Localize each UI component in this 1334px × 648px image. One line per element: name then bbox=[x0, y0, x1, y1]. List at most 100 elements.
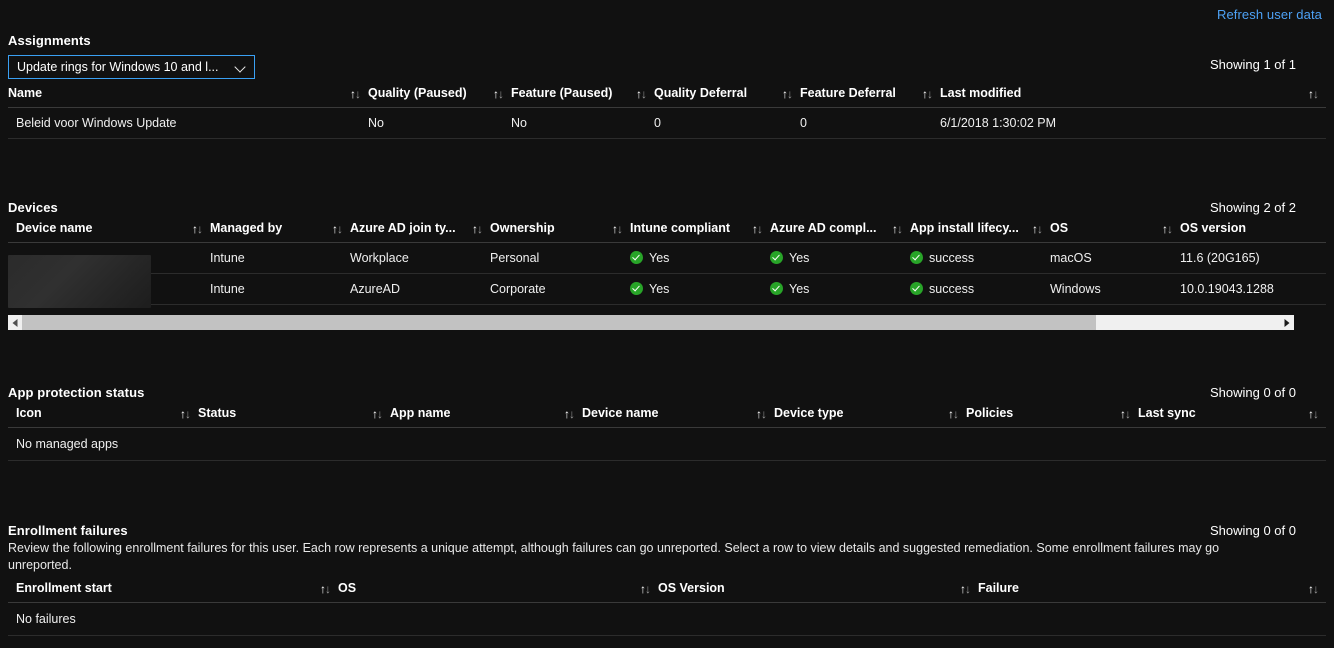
devices-section: Devices Showing 2 of 2 Device name ↑↓ Ma… bbox=[0, 200, 1334, 305]
table-row[interactable]: Intune AzureAD Corporate Yes Yes success… bbox=[8, 273, 1326, 305]
column-header-os[interactable]: OS ↑↓ bbox=[1050, 221, 1180, 243]
column-header-feature-paused[interactable]: Feature (Paused) ↑↓ bbox=[511, 86, 654, 108]
sort-icon[interactable]: ↑↓ bbox=[892, 223, 903, 235]
sort-icon[interactable]: ↑↓ bbox=[472, 223, 483, 235]
column-header-device-name[interactable]: Device name ↑↓ bbox=[582, 406, 774, 428]
sort-icon[interactable]: ↑↓ bbox=[922, 88, 933, 100]
scrollbar-thumb[interactable] bbox=[22, 315, 1096, 330]
sort-icon[interactable]: ↑↓ bbox=[493, 88, 504, 100]
enrollment-failures-showing-count: Showing 0 of 0 bbox=[1209, 523, 1296, 538]
column-header-feature-deferral[interactable]: Feature Deferral ↑↓ bbox=[800, 86, 940, 108]
column-label: Azure AD compl... bbox=[770, 221, 877, 235]
column-header-managed-by[interactable]: Managed by ↑↓ bbox=[210, 221, 350, 243]
column-header-failure[interactable]: Failure ↑↓ bbox=[978, 581, 1326, 603]
caret-right-icon bbox=[1284, 318, 1290, 327]
sort-icon[interactable]: ↑↓ bbox=[332, 223, 343, 235]
sort-icon[interactable]: ↑↓ bbox=[640, 583, 651, 595]
cell-quality-deferral: 0 bbox=[654, 116, 661, 130]
sort-icon[interactable]: ↑↓ bbox=[1308, 583, 1319, 595]
sort-icon[interactable]: ↑↓ bbox=[180, 408, 191, 420]
cell-join-type: AzureAD bbox=[350, 282, 401, 296]
sort-icon[interactable]: ↑↓ bbox=[1308, 408, 1319, 420]
sort-icon[interactable]: ↑↓ bbox=[564, 408, 575, 420]
assignments-policy-filter-dropdown[interactable]: Update rings for Windows 10 and l... bbox=[8, 55, 255, 79]
column-header-os-version[interactable]: OS Version ↑↓ bbox=[658, 581, 978, 603]
user-detail-page: Refresh user data Assignments Update rin… bbox=[0, 0, 1334, 648]
column-header-ownership[interactable]: Ownership ↑↓ bbox=[490, 221, 630, 243]
column-header-enrollment-start[interactable]: Enrollment start ↑↓ bbox=[8, 581, 338, 603]
column-header-quality-paused[interactable]: Quality (Paused) ↑↓ bbox=[368, 86, 511, 108]
column-label: Enrollment start bbox=[16, 581, 112, 595]
enrollment-failures-table-header-row: Enrollment start ↑↓ OS ↑↓ OS Version ↑↓ … bbox=[8, 581, 1326, 603]
sort-icon[interactable]: ↑↓ bbox=[192, 223, 203, 235]
column-label: Intune compliant bbox=[630, 221, 730, 235]
cell-intune-compliant: Yes bbox=[649, 282, 670, 296]
assignments-table: Name ↑↓ Quality (Paused) ↑↓ Feature (Pau… bbox=[8, 86, 1326, 139]
app-protection-table: Icon ↑↓ Status ↑↓ App name ↑↓ Device nam… bbox=[8, 406, 1326, 461]
column-header-azure-ad-compliant[interactable]: Azure AD compl... ↑↓ bbox=[770, 221, 910, 243]
column-header-quality-deferral[interactable]: Quality Deferral ↑↓ bbox=[654, 86, 800, 108]
scroll-left-button[interactable] bbox=[8, 315, 22, 330]
sort-icon[interactable]: ↑↓ bbox=[320, 583, 331, 595]
column-header-os[interactable]: OS ↑↓ bbox=[338, 581, 658, 603]
sort-icon[interactable]: ↑↓ bbox=[372, 408, 383, 420]
sort-icon[interactable]: ↑↓ bbox=[752, 223, 763, 235]
cell-quality-paused: No bbox=[368, 116, 384, 130]
device-name-redaction-overlay bbox=[8, 255, 151, 308]
column-header-device-name[interactable]: Device name ↑↓ bbox=[8, 221, 210, 243]
cell-os-version: 11.6 (20G165) bbox=[1180, 251, 1260, 265]
sort-icon[interactable]: ↑↓ bbox=[636, 88, 647, 100]
devices-table: Device name ↑↓ Managed by ↑↓ Azure AD jo… bbox=[8, 221, 1326, 305]
empty-state-row: No failures bbox=[8, 602, 1326, 636]
cell-app-install: success bbox=[929, 251, 975, 265]
table-row[interactable]: Beleid voor Windows Update No No 0 0 6/1… bbox=[8, 107, 1326, 139]
table-row[interactable]: Intune Workplace Personal Yes Yes succes… bbox=[8, 242, 1326, 274]
devices-horizontal-scrollbar[interactable] bbox=[8, 315, 1294, 330]
success-check-icon bbox=[770, 251, 783, 264]
assignments-showing-count: Showing 1 of 1 bbox=[1209, 57, 1296, 72]
refresh-user-data-link[interactable]: Refresh user data bbox=[1217, 7, 1322, 22]
scroll-right-button[interactable] bbox=[1280, 315, 1294, 330]
column-header-os-version[interactable]: OS version bbox=[1180, 221, 1326, 243]
sort-icon[interactable]: ↑↓ bbox=[756, 408, 767, 420]
scrollbar-track[interactable] bbox=[22, 315, 1280, 330]
sort-icon[interactable]: ↑↓ bbox=[948, 408, 959, 420]
column-label: Azure AD join ty... bbox=[350, 221, 456, 235]
sort-icon[interactable]: ↑↓ bbox=[612, 223, 623, 235]
sort-icon[interactable]: ↑↓ bbox=[1120, 408, 1131, 420]
sort-icon[interactable]: ↑↓ bbox=[1032, 223, 1043, 235]
cell-ownership: Personal bbox=[490, 251, 540, 265]
column-label: Feature (Paused) bbox=[511, 86, 613, 100]
column-header-azure-ad-join-type[interactable]: Azure AD join ty... ↑↓ bbox=[350, 221, 490, 243]
column-header-icon[interactable]: Icon ↑↓ bbox=[8, 406, 198, 428]
column-label: App install lifecy... bbox=[910, 221, 1019, 235]
column-label: Last modified bbox=[940, 86, 1022, 100]
enrollment-failures-section: Enrollment failures Showing 0 of 0 Revie… bbox=[0, 523, 1334, 636]
column-label: App name bbox=[390, 406, 451, 420]
assignments-title: Assignments bbox=[8, 33, 91, 48]
sort-icon[interactable]: ↑↓ bbox=[960, 583, 971, 595]
column-header-app-name[interactable]: App name ↑↓ bbox=[390, 406, 582, 428]
column-label: Policies bbox=[966, 406, 1014, 420]
column-header-policies[interactable]: Policies ↑↓ bbox=[966, 406, 1138, 428]
success-check-icon bbox=[910, 282, 923, 295]
success-check-icon bbox=[630, 251, 643, 264]
cell-join-type: Workplace bbox=[350, 251, 409, 265]
sort-icon[interactable]: ↑↓ bbox=[1162, 223, 1173, 235]
sort-icon[interactable]: ↑↓ bbox=[1308, 88, 1319, 100]
column-header-last-modified[interactable]: Last modified ↑↓ bbox=[940, 86, 1326, 108]
column-header-name[interactable]: Name ↑↓ bbox=[8, 86, 368, 108]
sort-icon[interactable]: ↑↓ bbox=[350, 88, 361, 100]
column-header-app-install-lifecycle[interactable]: App install lifecy... ↑↓ bbox=[910, 221, 1050, 243]
cell-aad-compliant: Yes bbox=[789, 282, 810, 296]
devices-title: Devices bbox=[8, 200, 58, 215]
column-header-intune-compliant[interactable]: Intune compliant ↑↓ bbox=[630, 221, 770, 243]
sort-icon[interactable]: ↑↓ bbox=[782, 88, 793, 100]
column-header-status[interactable]: Status ↑↓ bbox=[198, 406, 390, 428]
cell-aad-compliant: Yes bbox=[789, 251, 810, 265]
cell-ownership: Corporate bbox=[490, 282, 546, 296]
column-header-device-type[interactable]: Device type ↑↓ bbox=[774, 406, 966, 428]
column-header-last-sync[interactable]: Last sync ↑↓ bbox=[1138, 406, 1326, 428]
cell-os-version: 10.0.19043.1288 bbox=[1180, 282, 1274, 296]
caret-left-icon bbox=[12, 318, 18, 327]
